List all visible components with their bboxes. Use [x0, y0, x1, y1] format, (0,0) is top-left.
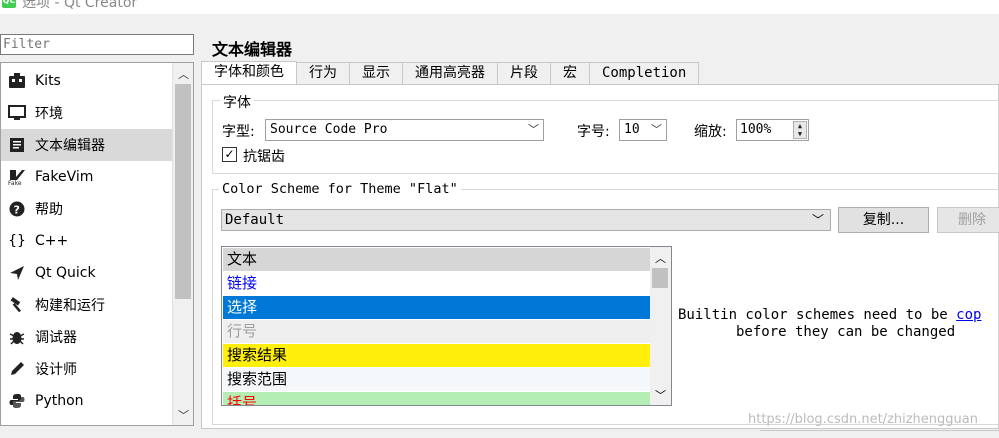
editor-tabs: 字体和颜色 行为 显示 通用高亮器 片段 宏 Completion	[201, 61, 700, 84]
spin-arrows-icon[interactable]: ▲ ▼	[793, 121, 807, 139]
window-titlebar: QC 选项 - Qt Creator	[0, 0, 999, 14]
nav-item-label: 帮助	[35, 202, 63, 218]
nav-item-environment[interactable]: 环境	[1, 97, 173, 129]
python-icon	[7, 391, 27, 411]
category-item-link[interactable]: 链接	[223, 272, 650, 295]
font-family-combo[interactable]: Source Code Pro ﹀	[265, 119, 544, 141]
delete-scheme-button[interactable]: 删除	[937, 207, 999, 233]
filter-input[interactable]	[0, 34, 194, 55]
format-category-list[interactable]: 文本 链接 选择 行号 搜索结果 搜索范围 括号 ︿ ﹀	[221, 246, 672, 406]
window-title: 选项 - Qt Creator	[22, 0, 138, 11]
tab-snippets[interactable]: 片段	[498, 62, 551, 84]
nav-item-python[interactable]: Python	[1, 385, 173, 417]
tab-generic-highlighter[interactable]: 通用高亮器	[403, 62, 498, 84]
chevron-down-icon: ﹀	[651, 123, 662, 136]
zoom-label: 缩放:	[694, 124, 727, 140]
antialias-label: 抗锯齿	[243, 149, 285, 165]
font-size-label: 字号:	[577, 124, 610, 140]
kits-icon	[7, 71, 27, 91]
nav-item-label: Python	[35, 393, 84, 409]
copy-scheme-button[interactable]: 复制...	[838, 207, 929, 233]
color-scheme-combo[interactable]: Default ﹀	[221, 209, 831, 231]
builtin-scheme-info: Builtin color schemes need to be cop bef…	[678, 307, 981, 341]
tab-macros[interactable]: 宏	[551, 62, 590, 84]
category-scroll-thumb[interactable]	[652, 268, 668, 288]
color-scheme-group-title: Color Scheme for Theme "Flat"	[219, 181, 461, 197]
font-family-label: 字型:	[222, 124, 255, 140]
tab-font-colors[interactable]: 字体和颜色	[201, 61, 297, 84]
chevron-down-icon: ﹀	[528, 123, 539, 136]
page-title: 文本编辑器	[212, 40, 293, 59]
info-line2: before they can be changed	[736, 324, 956, 340]
nav-item-label: C++	[35, 233, 69, 249]
svg-text:?: ?	[14, 204, 20, 217]
nav-item-label: Qt Quick	[35, 265, 96, 281]
nav-item-label: 设计师	[35, 362, 77, 378]
scroll-down-arrow-icon[interactable]: ﹀	[650, 384, 671, 405]
category-item-line-number[interactable]: 行号	[223, 320, 650, 343]
hammer-icon	[7, 295, 27, 315]
monitor-icon	[7, 103, 27, 123]
category-item-selection[interactable]: 选择	[223, 296, 650, 319]
nav-item-label: Kits	[35, 73, 61, 89]
qt-creator-app-icon: QC	[2, 0, 16, 8]
nav-item-qt-quick[interactable]: Qt Quick	[1, 257, 173, 289]
scroll-up-arrow-icon[interactable]: ︿	[650, 247, 671, 268]
tab-completion[interactable]: Completion	[590, 62, 700, 84]
color-scheme-value: Default	[225, 212, 285, 228]
font-group-title: 字体	[220, 92, 254, 112]
nav-item-label: 环境	[35, 106, 63, 122]
svg-text:Fake: Fake	[8, 180, 22, 186]
font-size-value: 10	[624, 122, 640, 137]
zoom-spinbox[interactable]: 100% ▲ ▼	[736, 119, 809, 141]
bug-icon	[7, 327, 27, 347]
nav-item-designer[interactable]: 设计师	[1, 353, 173, 385]
category-item-parentheses[interactable]: 括号	[223, 392, 650, 405]
copy-link[interactable]: cop	[956, 307, 981, 323]
nav-item-label: FakeVim	[35, 169, 94, 185]
nav-scroll-thumb[interactable]	[175, 84, 191, 299]
scroll-down-arrow-icon[interactable]: ﹀	[173, 404, 193, 425]
help-icon: ?	[7, 199, 27, 219]
nav-scrollbar[interactable]: ︿ ﹀	[172, 63, 193, 425]
font-size-combo[interactable]: 10 ﹀	[619, 119, 667, 141]
fakevim-icon: Fake	[7, 167, 27, 187]
antialias-checkbox[interactable]: ✓	[222, 147, 237, 162]
nav-item-build-run[interactable]: 构建和运行	[1, 289, 173, 321]
category-item-search-result[interactable]: 搜索结果	[223, 344, 650, 367]
font-family-value: Source Code Pro	[270, 122, 388, 137]
category-item-search-scope[interactable]: 搜索范围	[223, 368, 650, 391]
nav-item-cpp[interactable]: {} C++	[1, 225, 173, 257]
nav-item-debugger[interactable]: 调试器	[1, 321, 173, 353]
options-category-list[interactable]: Kits 环境 文本编辑器 Fake FakeVim ? 帮助 {} C++ Q…	[0, 62, 194, 426]
text-editor-icon	[7, 135, 27, 155]
zoom-value: 100%	[740, 122, 772, 137]
category-scrollbar[interactable]: ︿ ﹀	[650, 247, 671, 405]
tab-display[interactable]: 显示	[350, 62, 403, 84]
nav-item-text-editor[interactable]: 文本编辑器	[1, 129, 173, 161]
category-item-text[interactable]: 文本	[223, 248, 650, 271]
nav-item-help[interactable]: ? 帮助	[1, 193, 173, 225]
tab-behavior[interactable]: 行为	[297, 62, 350, 84]
scroll-up-arrow-icon[interactable]: ︿	[173, 63, 193, 84]
nav-item-label: 调试器	[35, 330, 77, 346]
nav-item-label: 构建和运行	[35, 298, 105, 314]
chevron-down-icon: ﹀	[811, 213, 824, 227]
pen-icon	[7, 359, 27, 379]
braces-icon: {}	[8, 233, 26, 249]
nav-item-fakevim[interactable]: Fake FakeVim	[1, 161, 173, 193]
qtquick-icon	[7, 263, 27, 283]
watermark: https://blog.csdn.net/zhizhengguan	[748, 412, 978, 427]
info-line1: Builtin color schemes need to be	[678, 307, 957, 323]
nav-item-kits[interactable]: Kits	[1, 65, 173, 97]
dialog-bottom-edge	[760, 430, 999, 438]
nav-item-label: 文本编辑器	[35, 138, 105, 154]
